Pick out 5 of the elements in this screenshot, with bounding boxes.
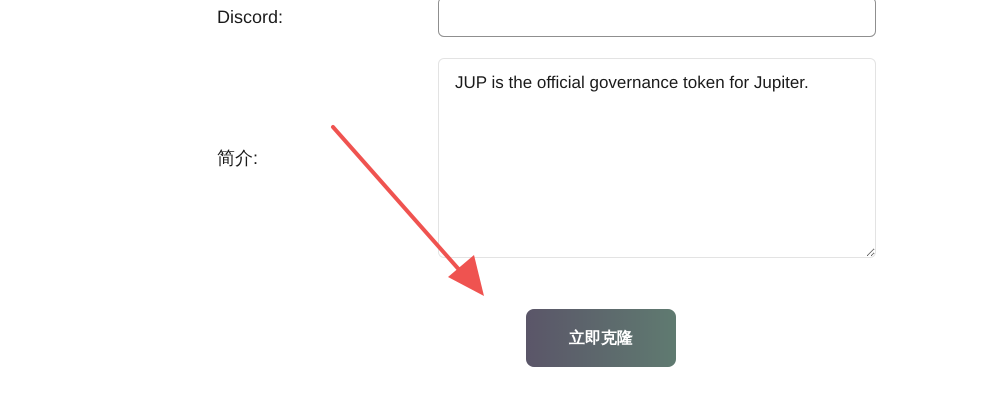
input-field[interactable] bbox=[438, 0, 876, 37]
description-field[interactable]: JUP is the official governance token for Jupiter. bbox=[438, 58, 876, 258]
clone-button[interactable]: 立即克隆 bbox=[526, 309, 676, 367]
field-label: 简介: bbox=[217, 147, 258, 170]
field-label: Discord: bbox=[217, 6, 284, 28]
